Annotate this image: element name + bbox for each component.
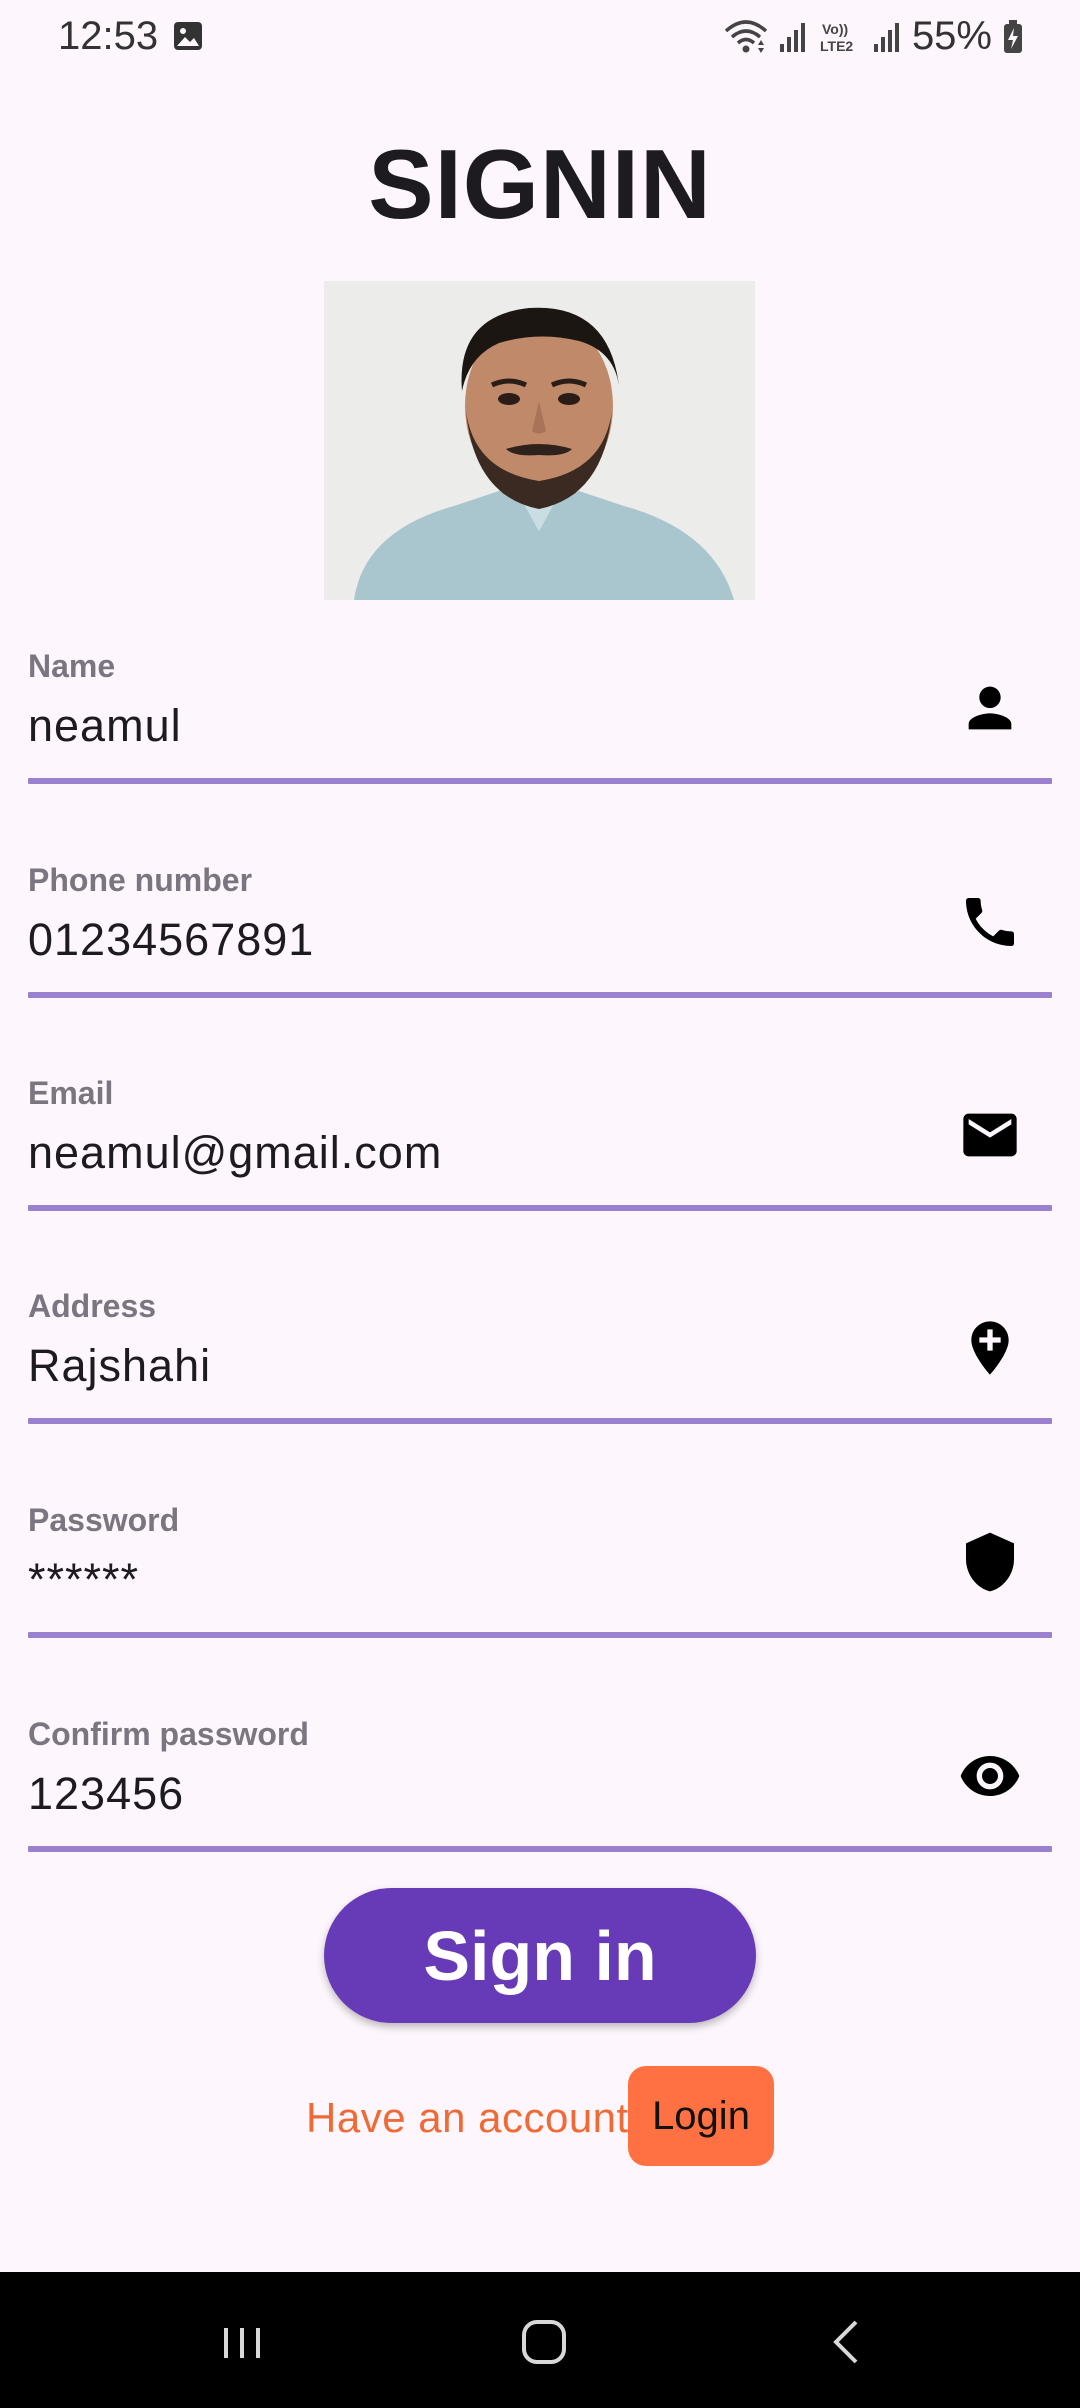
name-field-underline: [28, 778, 1052, 784]
password-field-underline: [28, 1632, 1052, 1638]
volte-icon: Vo)) LTE2: [818, 19, 862, 55]
phone-field[interactable]: Phone number 01234567891: [28, 862, 1052, 1002]
email-field[interactable]: Email neamul@gmail.com: [28, 1075, 1052, 1215]
name-field[interactable]: Name neamul: [28, 648, 1052, 788]
status-icons: Vo)) LTE2 55%: [724, 14, 1024, 59]
confirm-password-field[interactable]: Confirm password 123456: [28, 1716, 1052, 1856]
address-field[interactable]: Address Rajshahi: [28, 1288, 1052, 1428]
confirm-password-field-label: Confirm password: [28, 1716, 309, 1752]
signal-icon: [778, 20, 808, 54]
svg-text:Vo)): Vo)): [822, 21, 848, 37]
page-title: SIGNIN: [368, 129, 712, 239]
back-icon[interactable]: [818, 2312, 878, 2372]
shield-icon: [958, 1530, 1022, 1594]
status-bar: 12:53 Vo)) LTE2 55%: [0, 0, 1080, 78]
battery-charging-icon: [1002, 19, 1024, 55]
address-field-value[interactable]: Rajshahi: [28, 1340, 211, 1392]
phone-icon: [958, 890, 1022, 954]
wifi-icon: [724, 19, 768, 55]
address-field-underline: [28, 1418, 1052, 1424]
password-field-label: Password: [28, 1502, 180, 1538]
email-field-value[interactable]: neamul@gmail.com: [28, 1127, 442, 1179]
phone-field-value[interactable]: 01234567891: [28, 914, 314, 966]
email-field-label: Email: [28, 1075, 114, 1111]
recent-apps-icon[interactable]: [212, 2312, 272, 2372]
svg-text:LTE2: LTE2: [820, 38, 853, 54]
password-field-value[interactable]: ******: [28, 1554, 139, 1606]
signal-icon: [872, 20, 902, 54]
add-location-icon: [958, 1316, 1022, 1380]
mail-icon: [958, 1103, 1022, 1167]
name-field-value[interactable]: neamul: [28, 700, 182, 752]
account-prompt-row: Have an account? Login: [0, 2066, 1080, 2166]
address-field-label: Address: [28, 1288, 157, 1324]
status-time: 12:53: [58, 14, 159, 58]
confirm-password-field-underline: [28, 1846, 1052, 1852]
email-field-underline: [28, 1205, 1052, 1211]
confirm-password-field-value[interactable]: 123456: [28, 1768, 184, 1820]
login-button[interactable]: Login: [628, 2066, 774, 2166]
name-field-label: Name: [28, 648, 116, 684]
phone-field-underline: [28, 992, 1052, 998]
navigation-bar: [0, 2272, 1080, 2408]
home-icon[interactable]: [514, 2312, 574, 2372]
signin-button[interactable]: Sign in: [324, 1888, 756, 2023]
person-icon: [958, 676, 1022, 740]
profile-photo: [324, 281, 755, 600]
phone-field-label: Phone number: [28, 862, 253, 898]
gallery-icon: [172, 20, 204, 52]
battery-percentage: 55%: [911, 14, 992, 58]
password-field[interactable]: Password ******: [28, 1502, 1052, 1642]
eye-icon[interactable]: [958, 1744, 1022, 1808]
account-prompt-text: Have an account?: [306, 2094, 653, 2141]
